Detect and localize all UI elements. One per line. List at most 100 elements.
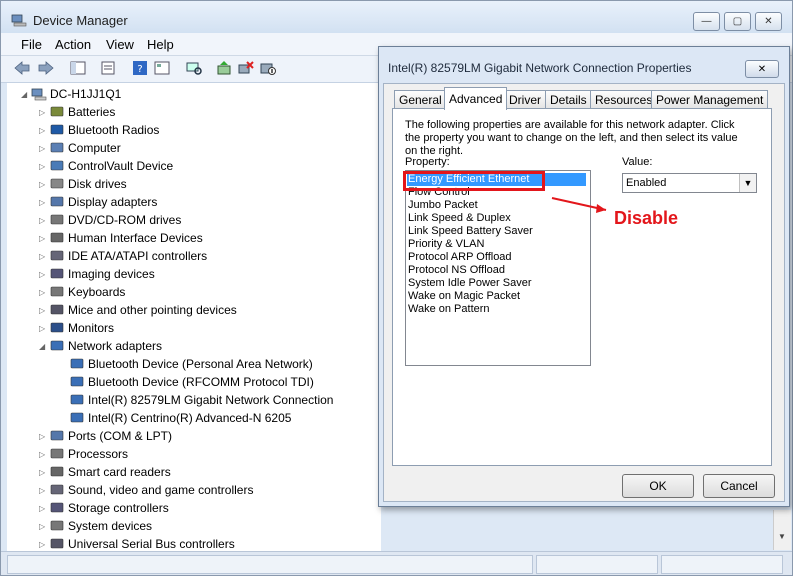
tab-driver[interactable]: Driver [504, 90, 546, 109]
expand-arrow-icon[interactable]: ▷ [39, 432, 47, 441]
ok-button[interactable]: OK [622, 474, 694, 498]
show-hide-tree-icon[interactable] [69, 60, 87, 76]
tree-category[interactable]: ▷ Mice and other pointing devices [39, 301, 237, 319]
tree-category[interactable]: ▷ System devices [39, 517, 152, 535]
tree-category[interactable]: ▷ ControlVault Device [39, 157, 173, 175]
tree-category[interactable]: ▷ Smart card readers [39, 463, 171, 481]
tree-category-label: Display adapters [68, 195, 158, 209]
expand-arrow-icon[interactable]: ▷ [39, 216, 47, 225]
expand-arrow-icon[interactable]: ▷ [39, 234, 47, 243]
tree-category[interactable]: ▷ Disk drives [39, 175, 127, 193]
tree-category-label: Mice and other pointing devices [68, 303, 237, 317]
expand-arrow-icon[interactable]: ▷ [39, 504, 47, 513]
update-driver-icon[interactable] [215, 60, 233, 76]
property-item[interactable]: Link Speed Battery Saver [408, 225, 533, 238]
property-item[interactable]: System Idle Power Saver [408, 277, 532, 290]
tree-category[interactable]: ▷ Imaging devices [39, 265, 155, 283]
tree-category[interactable]: ▷ Storage controllers [39, 499, 169, 517]
tree-category[interactable]: ▷ Batteries [39, 103, 115, 121]
cancel-button[interactable]: Cancel [703, 474, 775, 498]
tree-scrollbar[interactable]: ▼ [773, 510, 791, 550]
tab-general[interactable]: General [394, 90, 447, 109]
network-adapter-item[interactable]: Bluetooth Device (Personal Area Network) [69, 355, 313, 373]
device-category-icon [50, 322, 64, 333]
view-icon[interactable] [153, 60, 171, 76]
network-adapter-item-label: Bluetooth Device (Personal Area Network) [88, 357, 313, 371]
menu-action[interactable]: Action [55, 37, 91, 52]
scroll-down-icon[interactable]: ▼ [778, 532, 786, 541]
tree-category[interactable]: ▷ Universal Serial Bus controllers [39, 535, 235, 551]
tree-category[interactable]: ▷ DVD/CD-ROM drives [39, 211, 181, 229]
device-category-icon [50, 484, 64, 495]
close-button[interactable]: ✕ [755, 12, 782, 31]
disable-device-icon[interactable] [259, 60, 277, 76]
tree-category-label: Smart card readers [68, 465, 171, 479]
tree-category[interactable]: ▷ Bluetooth Radios [39, 121, 159, 139]
expand-arrow-icon[interactable]: ▷ [39, 468, 47, 477]
maximize-button[interactable]: ▢ [724, 12, 751, 31]
tree-category[interactable]: ◢ Network adapters [39, 337, 162, 355]
properties-icon[interactable] [99, 60, 117, 76]
network-adapter-item[interactable]: Intel(R) 82579LM Gigabit Network Connect… [69, 391, 333, 409]
collapse-arrow-icon[interactable]: ◢ [21, 90, 29, 99]
tab-power-management[interactable]: Power Management [651, 90, 769, 109]
network-adapter-item[interactable]: Intel(R) Centrino(R) Advanced-N 6205 [69, 409, 291, 427]
scan-hardware-icon[interactable] [185, 60, 203, 76]
expand-arrow-icon[interactable]: ▷ [39, 198, 47, 207]
value-dropdown[interactable]: Enabled ▼ [622, 173, 757, 193]
property-item[interactable]: Wake on Magic Packet [408, 290, 520, 303]
property-item[interactable]: Link Speed & Duplex [408, 212, 511, 225]
tree-category-label: Processors [68, 447, 129, 461]
device-category-icon [70, 376, 84, 387]
expand-arrow-icon[interactable]: ▷ [39, 486, 47, 495]
collapse-arrow-icon[interactable]: ◢ [39, 342, 47, 351]
tree-category[interactable]: ▷ Keyboards [39, 283, 125, 301]
expand-arrow-icon[interactable]: ▷ [39, 288, 47, 297]
expand-arrow-icon[interactable]: ▷ [39, 450, 47, 459]
device-category-icon [70, 394, 84, 405]
menu-help[interactable]: Help [147, 37, 174, 52]
help-icon[interactable]: ? [131, 60, 149, 76]
expand-arrow-icon[interactable]: ▷ [39, 180, 47, 189]
network-adapter-item-label: Intel(R) Centrino(R) Advanced-N 6205 [88, 411, 292, 425]
expand-arrow-icon[interactable]: ▷ [39, 252, 47, 261]
device-category-icon [50, 268, 64, 279]
tree-category[interactable]: ▷ Display adapters [39, 193, 157, 211]
expand-arrow-icon[interactable]: ▷ [39, 108, 47, 117]
uninstall-icon[interactable] [237, 60, 255, 76]
tree-category[interactable]: ▷ Monitors [39, 319, 114, 337]
tree-category[interactable]: ▷ Ports (COM & LPT) [39, 427, 172, 445]
minimize-button[interactable]: — [693, 12, 720, 31]
back-icon[interactable] [13, 60, 31, 76]
property-item[interactable]: Jumbo Packet [408, 199, 478, 212]
tree-category[interactable]: ▷ IDE ATA/ATAPI controllers [39, 247, 207, 265]
expand-arrow-icon[interactable]: ▷ [39, 522, 47, 531]
property-item[interactable]: Priority & VLAN [408, 238, 484, 251]
tree-root[interactable]: ◢ DC-H1JJ1Q1 [21, 85, 121, 103]
tree-category[interactable]: ▷ Computer [39, 139, 121, 157]
tab-details[interactable]: Details [545, 90, 592, 109]
expand-arrow-icon[interactable]: ▷ [39, 144, 47, 153]
forward-icon[interactable] [37, 60, 55, 76]
property-item[interactable]: Protocol NS Offload [408, 264, 505, 277]
menu-file[interactable]: File [21, 37, 42, 52]
property-item[interactable]: Wake on Pattern [408, 303, 490, 316]
network-adapter-item[interactable]: Bluetooth Device (RFCOMM Protocol TDI) [69, 373, 314, 391]
tree-category[interactable]: ▷ Human Interface Devices [39, 229, 203, 247]
tab-resources[interactable]: Resources [590, 90, 658, 109]
expand-arrow-icon[interactable]: ▷ [39, 162, 47, 171]
expand-arrow-icon[interactable]: ▷ [39, 540, 47, 549]
tree-category[interactable]: ▷ Processors [39, 445, 128, 463]
expand-arrow-icon[interactable]: ▷ [39, 126, 47, 135]
dialog-close-button[interactable]: ✕ [745, 60, 779, 78]
status-bar [1, 551, 792, 575]
expand-arrow-icon[interactable]: ▷ [39, 324, 47, 333]
property-item[interactable]: Protocol ARP Offload [408, 251, 512, 264]
tree-category-label: Computer [68, 141, 121, 155]
menu-view[interactable]: View [106, 37, 134, 52]
expand-arrow-icon[interactable]: ▷ [39, 270, 47, 279]
chevron-down-icon[interactable]: ▼ [739, 174, 756, 192]
tree-category[interactable]: ▷ Sound, video and game controllers [39, 481, 253, 499]
expand-arrow-icon[interactable]: ▷ [39, 306, 47, 315]
tab-advanced[interactable]: Advanced [444, 87, 508, 110]
